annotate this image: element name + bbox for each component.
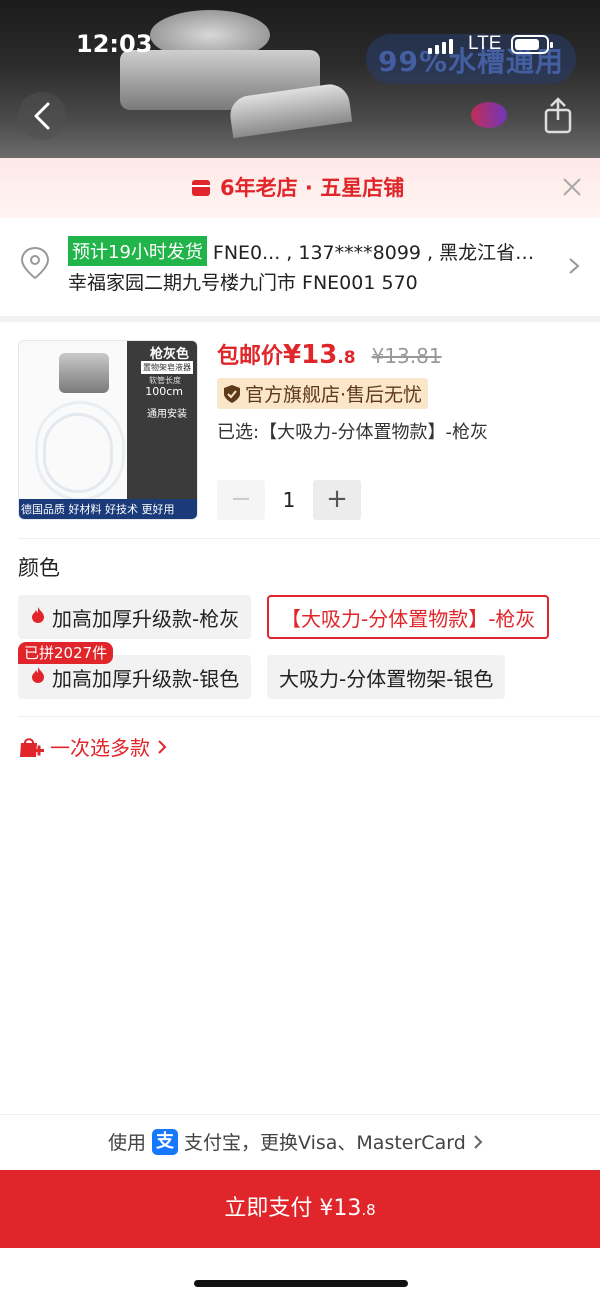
official-store-text: 官方旗舰店·售后无忧: [245, 384, 423, 406]
color-option-4[interactable]: 大吸力-分体置物架-银色: [267, 655, 506, 699]
address-contact: FNE0... , 137****8099 , 黑龙江省…: [212, 241, 535, 264]
color-option-2[interactable]: 【大吸力-分体置物款】-枪灰: [267, 595, 550, 639]
status-time: 12:03: [76, 30, 153, 58]
store-banner: 6年老店 · 五星店铺: [0, 158, 600, 218]
signal-icon: [428, 38, 453, 54]
shopping-bag-plus-icon: [20, 737, 44, 757]
fire-icon: [30, 665, 46, 689]
official-store-badge: 官方旗舰店·售后无忧: [217, 378, 429, 409]
faucet-image-shape: [59, 353, 109, 393]
back-button[interactable]: [18, 92, 66, 140]
increase-button[interactable]: +: [313, 480, 361, 520]
shield-check-icon: [224, 384, 240, 403]
price-decimal: .8: [337, 348, 356, 368]
chevron-right-icon: [569, 258, 580, 274]
payment-method-prefix: 使用: [108, 1132, 147, 1154]
pay-now-decimal: .8: [361, 1201, 376, 1219]
color-section-title: 颜色: [18, 556, 60, 580]
chevron-right-icon: [158, 739, 167, 754]
battery-icon: [511, 35, 553, 54]
quantity-value[interactable]: 1: [265, 480, 313, 520]
price-row: 包邮价¥13.8 ¥13.81: [217, 338, 442, 370]
multi-select-link[interactable]: 一次选多款: [18, 732, 168, 761]
close-icon[interactable]: [560, 175, 584, 199]
install-label: 通用安装: [147, 409, 187, 420]
group-buy-badge: 已拼2027件: [18, 642, 114, 664]
store-icon: [192, 180, 210, 196]
price-label: 包邮价¥13.8: [217, 340, 356, 370]
favorite-button[interactable]: [470, 100, 508, 130]
color-option-label: 大吸力-分体置物架-银色: [279, 666, 494, 691]
original-price: ¥13.81: [371, 344, 442, 368]
divider: [18, 538, 600, 539]
address-section[interactable]: [0, 218, 600, 316]
address-line-1: 预计19小时发货 FNE0... , 137****8099 , 黑龙江省…: [68, 236, 534, 266]
quality-strip: 德国品质 好材料 好技术 更好用: [19, 499, 197, 519]
multi-select-label: 一次选多款: [50, 736, 150, 760]
rack-tag: 置物架皂液器: [141, 361, 193, 374]
pay-now-button[interactable]: 立即支付 ¥13.8: [0, 1170, 600, 1248]
color-tag: 枪灰色: [149, 347, 189, 362]
heart-icon: [471, 102, 507, 128]
pay-now-label: 立即支付 ¥13: [224, 1196, 362, 1221]
network-label: LTE: [468, 33, 502, 54]
location-pin-icon: [20, 246, 50, 280]
share-button[interactable]: [538, 96, 578, 136]
chevron-right-icon: [474, 1134, 483, 1149]
store-banner-text: 6年老店 · 五星店铺: [220, 176, 405, 200]
eta-badge: 预计19小时发货: [68, 236, 207, 266]
price-main: ¥13: [283, 340, 338, 370]
color-option-label: 【大吸力-分体置物款】-枪灰: [281, 606, 536, 631]
color-option-label: 加高加厚升级款-枪灰: [52, 606, 240, 631]
home-indicator[interactable]: [194, 1280, 408, 1287]
payment-method[interactable]: 使用 支 支付宝，更换Visa、MasterCard: [108, 1128, 484, 1155]
fire-icon: [30, 605, 46, 629]
product-thumbnail[interactable]: 枪灰色 置物架皂液器 软管长度 100cm 通用安装 德国品质 好材料 好技术 …: [18, 340, 198, 520]
chevron-left-icon: [34, 102, 50, 130]
share-icon: [544, 97, 572, 134]
section-gap: [0, 316, 600, 322]
color-option-1[interactable]: 加高加厚升级款-枪灰: [18, 595, 252, 639]
quantity-stepper: − 1 +: [217, 480, 361, 520]
selected-variant: 已选:【大吸力-分体置物款】-枪灰: [217, 422, 489, 443]
color-option-label: 加高加厚升级款-银色: [52, 666, 240, 691]
alipay-icon: 支: [152, 1128, 179, 1155]
payment-method-text: 支付宝，更换Visa、MasterCard: [184, 1132, 466, 1154]
decrease-button[interactable]: −: [217, 480, 265, 520]
address-line-2: 幸福家园二期九号楼九门市 FNE001 570: [68, 272, 418, 294]
product-hero-image: 99%水槽通用: [0, 0, 600, 158]
length-value: 100cm: [145, 385, 183, 398]
divider: [18, 716, 600, 717]
hose-inner-shape: [43, 413, 113, 493]
